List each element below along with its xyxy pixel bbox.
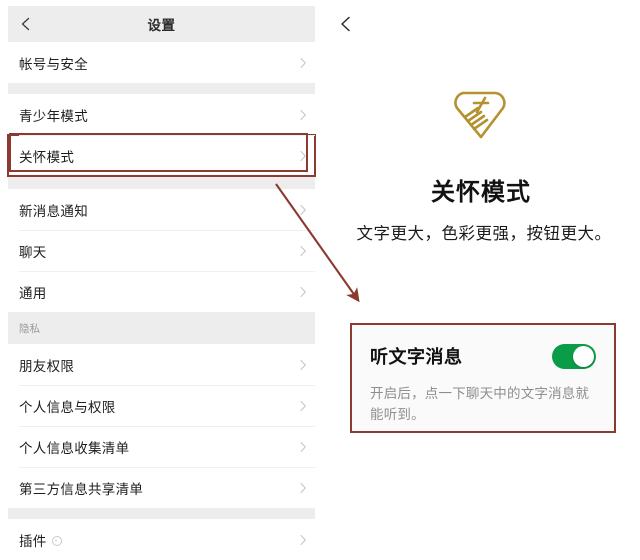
sidebar-item-friend-permissions[interactable]: 朋友权限: [8, 344, 315, 385]
row-label: 聊天: [19, 244, 47, 260]
chevron-right-icon: [300, 534, 306, 545]
section-header-privacy: 隐私: [8, 312, 315, 344]
detail-back-button[interactable]: [336, 14, 356, 34]
row-label: 通用: [19, 285, 47, 301]
row-label: 第三方信息共享清单: [19, 481, 144, 497]
listen-card-inner: 听文字消息 开启后，点一下聊天中的文字消息就能听到。: [354, 327, 612, 429]
chevron-left-icon: [21, 17, 30, 31]
settings-nav-bar: 设置: [8, 6, 315, 42]
chevron-right-icon: [300, 359, 306, 370]
listen-text-message-card: 听文字消息 开启后，点一下聊天中的文字消息就能听到。: [350, 323, 616, 433]
sidebar-item-plugins[interactable]: 插件: [8, 519, 315, 560]
settings-group-modes: 青少年模式 关怀模式: [7, 94, 316, 177]
chevron-right-icon: [300, 400, 306, 411]
row-label-text: 插件: [19, 533, 47, 549]
row-label: 朋友权限: [19, 358, 75, 374]
sidebar-item-care-mode[interactable]: 关怀模式: [7, 134, 316, 177]
sidebar-item-teen-mode[interactable]: 青少年模式: [8, 94, 315, 135]
chevron-right-icon: [300, 204, 306, 215]
chevron-right-icon: [300, 245, 306, 256]
section-header-label: 隐私: [19, 322, 40, 335]
page-title: 设置: [147, 18, 176, 33]
sidebar-item-third-party-sharing-list[interactable]: 第三方信息共享清单: [8, 467, 315, 508]
chevron-right-icon: [300, 482, 306, 493]
settings-group-plugins: 插件: [8, 519, 315, 560]
sidebar-item-personal-info-collection-list[interactable]: 个人信息收集清单: [8, 426, 315, 467]
back-button[interactable]: [18, 16, 34, 32]
settings-group-privacy: 朋友权限 个人信息与权限 个人信息收集清单 第三方信息共享清单: [8, 344, 315, 508]
settings-panel: 设置 帐号与安全 青少年模式 关怀模式 新消息通知 聊天 通用 隐私 朋友权限 …: [7, 6, 316, 560]
sidebar-item-account-security[interactable]: 帐号与安全: [8, 42, 315, 83]
toggle-knob: [573, 345, 594, 367]
chevron-right-icon: [300, 286, 306, 297]
sidebar-item-personal-info-permissions[interactable]: 个人信息与权限: [8, 385, 315, 426]
listen-text-message-label: 听文字消息: [370, 347, 463, 367]
listen-text-message-description: 开启后，点一下聊天中的文字消息就能听到。: [370, 386, 590, 422]
listen-text-message-row[interactable]: 听文字消息: [370, 337, 596, 375]
sidebar-item-chat[interactable]: 聊天: [8, 230, 315, 271]
group-divider: [8, 508, 315, 519]
care-mode-detail-panel: 关怀模式 文字更大，色彩更强，按钮更大。 听文字消息 开启后，点一下聊天中的文字…: [322, 0, 640, 557]
row-label: 青少年模式: [19, 108, 88, 124]
sidebar-item-new-message-notify[interactable]: 新消息通知: [8, 189, 315, 230]
toggle-switch-on-icon[interactable]: [552, 343, 596, 369]
detail-description: 文字更大，色彩更强，按钮更大。: [356, 225, 612, 243]
row-label: 关怀模式: [19, 149, 75, 165]
info-badge-icon: [51, 535, 62, 546]
care-hand-heart-icon: [454, 91, 506, 139]
row-label: 插件: [19, 530, 62, 550]
chevron-right-icon: [300, 150, 306, 161]
chevron-right-icon: [300, 57, 306, 68]
row-label: 帐号与安全: [19, 56, 88, 72]
row-label: 个人信息收集清单: [19, 440, 130, 456]
row-label: 新消息通知: [19, 203, 88, 219]
group-divider: [8, 83, 315, 94]
chevron-right-icon: [300, 441, 306, 452]
group-divider: [8, 176, 315, 189]
chevron-right-icon: [300, 109, 306, 120]
detail-title: 关怀模式: [431, 179, 531, 206]
chevron-left-icon: [341, 16, 350, 32]
sidebar-item-universal[interactable]: 通用: [8, 271, 315, 312]
settings-group-account: 帐号与安全: [8, 42, 315, 83]
row-label: 个人信息与权限: [19, 399, 116, 415]
settings-group-general: 新消息通知 聊天 通用: [8, 189, 315, 312]
